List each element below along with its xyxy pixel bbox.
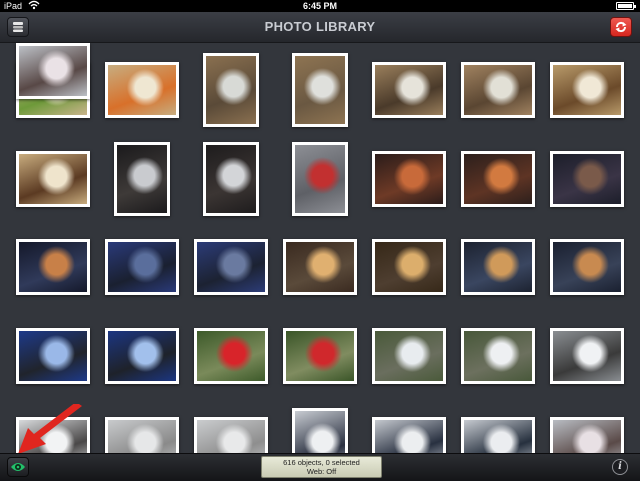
photo-image: [375, 242, 443, 292]
photo-image: [19, 154, 87, 204]
photo-image: [553, 242, 621, 292]
photo-red-camellia-1[interactable]: [194, 328, 268, 384]
photo-snow-stone-1[interactable]: [372, 328, 446, 384]
annotation-arrow-icon: [18, 404, 82, 454]
photo-image: [375, 154, 443, 204]
photo-food-plate-2[interactable]: [105, 62, 179, 118]
photo-snow-roof[interactable]: [550, 328, 624, 384]
photo-image: [464, 242, 532, 292]
photo-white-sky-1[interactable]: [105, 417, 179, 453]
photo-temple-roof-2[interactable]: [372, 417, 446, 453]
battery-icon: [616, 2, 636, 10]
photo-image: [553, 154, 621, 204]
photo-image: [286, 331, 354, 381]
photo-image: [108, 420, 176, 453]
photo-image: [295, 56, 345, 124]
photo-image: [464, 420, 532, 453]
web-status-text: Web: Off: [306, 467, 337, 476]
photo-image: [464, 65, 532, 115]
photo-image: [295, 411, 345, 453]
page-title: PHOTO LIBRARY: [264, 19, 376, 34]
photo-dark-window-2[interactable]: [203, 142, 259, 216]
photo-image: [375, 331, 443, 381]
photo-lit-station-1[interactable]: [283, 239, 357, 295]
photo-image: [117, 145, 167, 213]
photo-image: [206, 145, 256, 213]
photo-glass-chopsticks-2[interactable]: [461, 62, 535, 118]
photo-red-camellia-2[interactable]: [283, 328, 357, 384]
photo-image: [108, 331, 176, 381]
photo-water-glass-1[interactable]: [203, 53, 259, 127]
photo-lit-station-2[interactable]: [372, 239, 446, 295]
photo-snow-stone-2[interactable]: [461, 328, 535, 384]
photo-image: [108, 242, 176, 292]
photo-plum-blossom-2[interactable]: [16, 43, 90, 99]
selection-status: 616 objects, 0 selected Web: Off: [261, 456, 382, 478]
photo-glass-chopsticks-1[interactable]: [372, 62, 446, 118]
photo-night-street-2[interactable]: [461, 151, 535, 207]
eye-toggle-button[interactable]: [7, 457, 29, 477]
object-count-text: 616 objects, 0 selected: [283, 458, 360, 467]
photo-night-street-3[interactable]: [550, 151, 624, 207]
photo-temple-roof-3[interactable]: [461, 417, 535, 453]
status-bar: iPad 6:45 PM: [0, 0, 640, 12]
navigation-bar: PHOTO LIBRARY: [0, 12, 640, 43]
eye-icon: [11, 463, 25, 471]
bottom-toolbar: 616 objects, 0 selected Web: Off i: [0, 453, 640, 481]
photo-image: [375, 65, 443, 115]
photo-image: [375, 420, 443, 453]
photo-plum-blossom-1[interactable]: [550, 417, 624, 453]
photo-blue-building-2[interactable]: [105, 328, 179, 384]
clock-time: 6:45 PM: [302, 1, 337, 11]
refresh-icon: [615, 21, 627, 33]
photo-temple-roof-1[interactable]: [292, 408, 348, 453]
photo-grid: [0, 43, 640, 453]
photo-image: [553, 420, 621, 453]
photo-image: [464, 154, 532, 204]
photo-image: [464, 331, 532, 381]
photo-image: [197, 242, 265, 292]
photo-dusk-plaza-1[interactable]: [105, 239, 179, 295]
photo-blue-building-1[interactable]: [16, 328, 90, 384]
info-button[interactable]: i: [612, 459, 628, 475]
photo-image: [553, 65, 621, 115]
photo-image: [197, 331, 265, 381]
photo-image: [295, 145, 345, 213]
photo-night-parking-1[interactable]: [461, 239, 535, 295]
photo-sake-cup[interactable]: [550, 62, 624, 118]
photo-night-crossing[interactable]: [16, 239, 90, 295]
info-icon: i: [618, 461, 622, 472]
photo-torii-gate[interactable]: [292, 142, 348, 216]
photo-image: [197, 420, 265, 453]
photo-image: [206, 56, 256, 124]
photo-dark-window-1[interactable]: [114, 142, 170, 216]
photo-image: [19, 46, 87, 96]
photo-dusk-plaza-2[interactable]: [194, 239, 268, 295]
refresh-button[interactable]: [610, 17, 632, 37]
photo-image: [19, 331, 87, 381]
photo-water-glass-2[interactable]: [292, 53, 348, 127]
photo-night-street-1[interactable]: [372, 151, 446, 207]
photo-image: [286, 242, 354, 292]
photo-image: [553, 331, 621, 381]
photo-white-sky-2[interactable]: [194, 417, 268, 453]
photo-night-parking-2[interactable]: [550, 239, 624, 295]
photo-chopsticks-plate[interactable]: [16, 151, 90, 207]
photo-image: [108, 65, 176, 115]
photo-image: [19, 242, 87, 292]
